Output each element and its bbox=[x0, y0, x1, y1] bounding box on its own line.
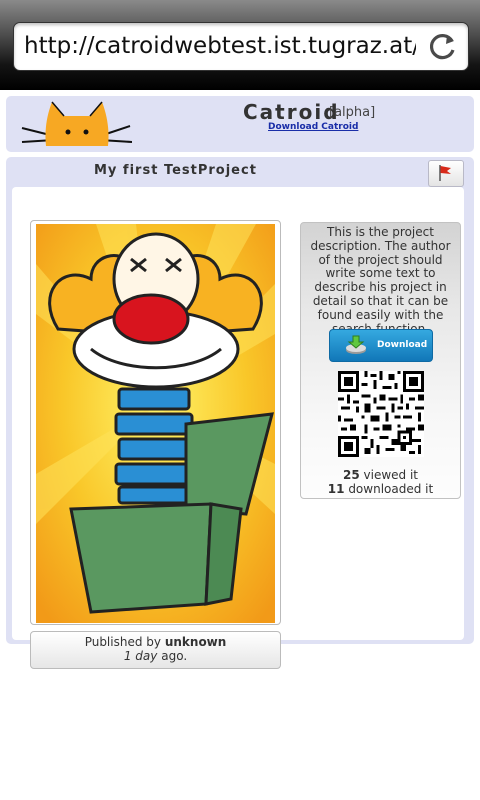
published-by-label: Published by bbox=[84, 635, 161, 649]
url-bar[interactable]: http://catroidwebtest.ist.tugraz.at/... bbox=[13, 22, 469, 71]
view-count-label: viewed it bbox=[363, 468, 419, 482]
browser-toolbar: http://catroidwebtest.ist.tugraz.at/... bbox=[0, 0, 480, 90]
publish-info: Published by unknown 1 day ago. bbox=[30, 631, 281, 669]
author-name: unknown bbox=[164, 635, 227, 649]
download-icon bbox=[346, 335, 366, 354]
url-text[interactable]: http://catroidwebtest.ist.tugraz.at/... bbox=[24, 23, 416, 70]
project-title: My first TestProject bbox=[94, 163, 257, 178]
alpha-tag: [alpha] bbox=[329, 105, 376, 120]
report-button[interactable] bbox=[428, 160, 464, 187]
download-catroid-link[interactable]: Download Catroid bbox=[268, 122, 358, 132]
project-panel: My first TestProject Published by unknow… bbox=[6, 157, 474, 669]
qr-code-icon bbox=[338, 371, 424, 457]
project-description: This is the project description. The aut… bbox=[310, 225, 451, 335]
site-header: Catroid [alpha] Download Catroid bbox=[6, 96, 474, 152]
site-title: Catroid bbox=[243, 100, 340, 124]
project-content: Published by unknown 1 day ago. This is … bbox=[12, 187, 464, 669]
view-count: 25 bbox=[342, 468, 360, 482]
project-thumbnail[interactable] bbox=[30, 220, 281, 625]
publish-age-suffix: ago. bbox=[161, 649, 188, 663]
flag-icon bbox=[439, 165, 451, 181]
download-count-label: downloaded it bbox=[348, 482, 434, 496]
download-button-label: Download bbox=[377, 340, 428, 350]
publish-age: 1 day bbox=[123, 649, 158, 663]
reload-icon[interactable] bbox=[428, 31, 458, 61]
project-stats: 25 viewed it 11 downloaded it bbox=[301, 468, 460, 496]
download-count: 11 bbox=[327, 482, 345, 496]
download-button[interactable]: Download bbox=[329, 329, 433, 362]
project-details: This is the project description. The aut… bbox=[300, 222, 461, 499]
catroid-logo-icon[interactable] bbox=[20, 98, 132, 148]
clown-image bbox=[36, 224, 275, 623]
